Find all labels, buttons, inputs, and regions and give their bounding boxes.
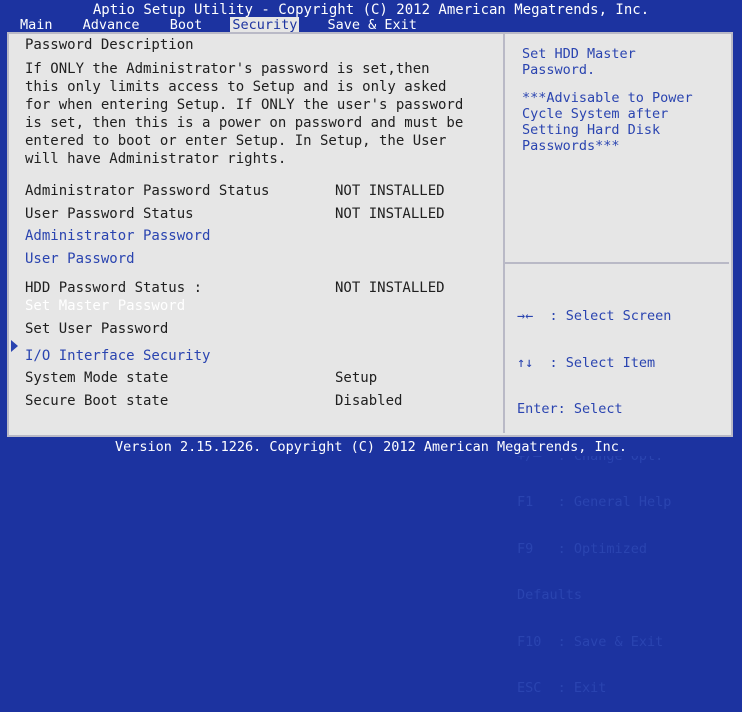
user-password-status-label: User Password Status bbox=[25, 206, 194, 222]
password-description-heading: Password Description bbox=[25, 37, 194, 53]
key-legend: →← : Select Screen ↑↓ : Select Item Ente… bbox=[517, 278, 727, 712]
tab-main[interactable]: Main bbox=[18, 17, 55, 33]
tab-advance[interactable]: Advance bbox=[81, 17, 142, 33]
key-f9: F9 : Optimized bbox=[517, 540, 648, 557]
hdd-password-status-label: HDD Password Status : bbox=[25, 280, 203, 296]
tab-save-exit[interactable]: Save & Exit bbox=[326, 17, 419, 33]
admin-password-status-label: Administrator Password Status bbox=[25, 183, 270, 199]
system-mode-value: Setup bbox=[335, 370, 378, 386]
help-description: Set HDD Master Password. bbox=[522, 46, 636, 78]
secure-boot-value: Disabled bbox=[335, 393, 403, 409]
key-esc: ESC : Exit bbox=[517, 680, 607, 696]
tab-security[interactable]: Security bbox=[230, 17, 300, 33]
key-f10: F10 : Save & Exit bbox=[517, 633, 664, 650]
secure-boot-label: Secure Boot state bbox=[25, 393, 169, 409]
system-mode-label: System Mode state bbox=[25, 370, 169, 386]
tab-bar: Main Advance Boot Security Save & Exit bbox=[18, 17, 437, 33]
version-footer: Version 2.15.1226. Copyright (C) 2012 Am… bbox=[0, 438, 742, 456]
user-password-item[interactable]: User Password bbox=[25, 250, 135, 268]
key-select-screen: →← : Select Screen bbox=[517, 308, 672, 324]
hdd-password-status-value: NOT INSTALLED bbox=[335, 280, 445, 296]
password-description-text: If ONLY the Administrator's password is … bbox=[25, 61, 464, 167]
set-user-password-item[interactable]: Set User Password bbox=[25, 320, 168, 338]
key-f1: F1 : General Help bbox=[517, 494, 672, 510]
tab-boot[interactable]: Boot bbox=[168, 17, 205, 33]
user-password-status-value: NOT INSTALLED bbox=[335, 206, 445, 222]
key-enter: Enter: Select bbox=[517, 401, 623, 417]
key-select-item: ↑↓ : Select Item bbox=[517, 354, 656, 371]
submenu-arrow-icon bbox=[11, 340, 18, 352]
set-master-password-item[interactable]: Set Master Password bbox=[25, 297, 185, 315]
admin-password-status-value: NOT INSTALLED bbox=[335, 183, 445, 199]
help-divider bbox=[505, 262, 729, 264]
help-advisory: ***Advisable to Power Cycle System after… bbox=[522, 90, 693, 154]
administrator-password-item[interactable]: Administrator Password bbox=[25, 227, 210, 245]
key-f9-defaults: Defaults bbox=[517, 587, 583, 603]
io-interface-security-item[interactable]: I/O Interface Security bbox=[25, 347, 210, 365]
